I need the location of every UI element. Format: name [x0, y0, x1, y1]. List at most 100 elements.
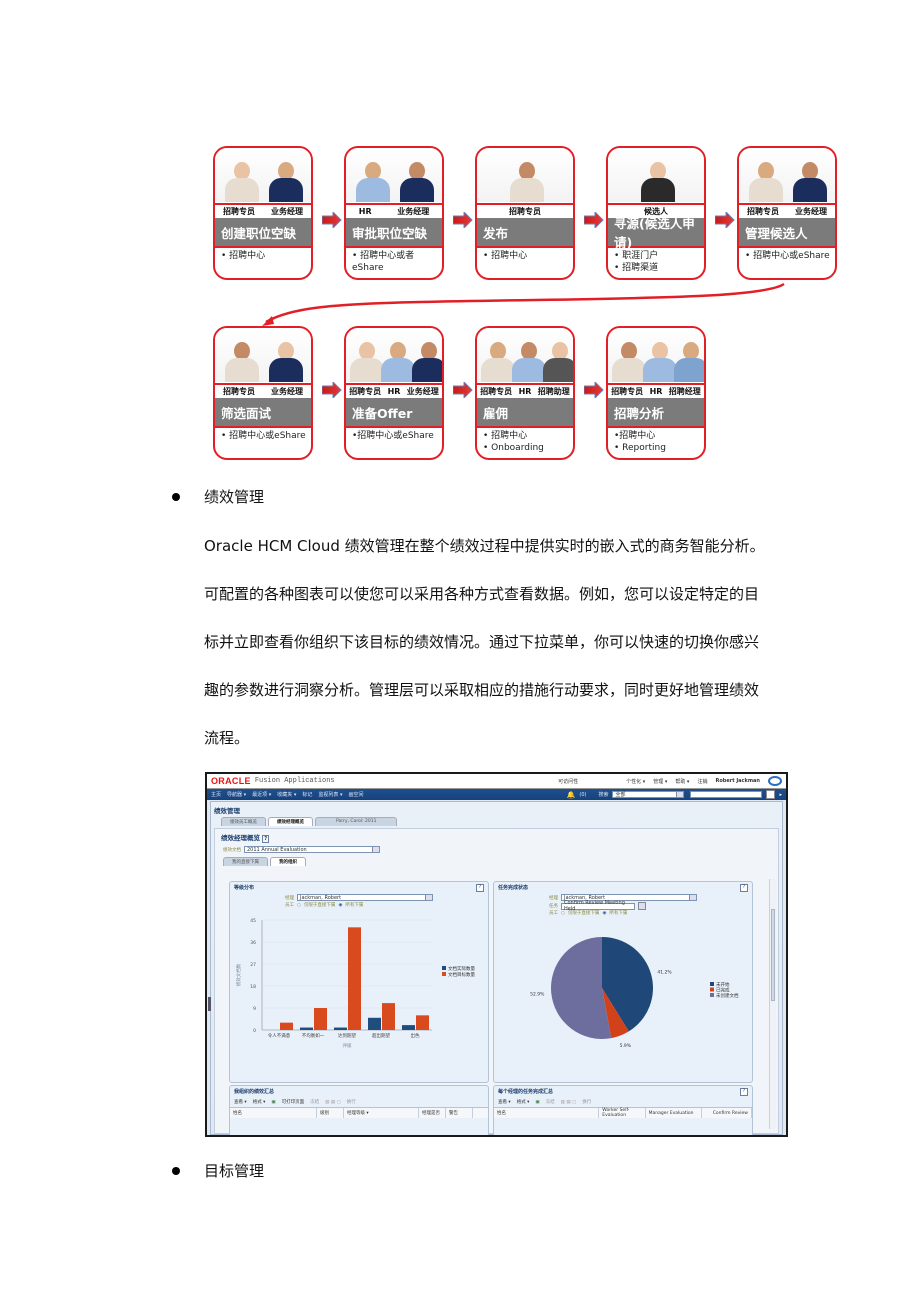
view-menu[interactable]: 查看 ▾	[498, 1099, 511, 1105]
sign-out-link[interactable]: 注销	[697, 778, 707, 785]
nav-navigator[interactable]: 导航器 ▾	[227, 791, 246, 798]
panel-title: 每个经理的任务完成汇总	[498, 1089, 554, 1095]
radio-all-reports[interactable]: ◉	[338, 903, 342, 908]
format-menu[interactable]: 格式 ▾	[253, 1099, 266, 1105]
detach-icon[interactable]: ▥ ▤ ▢	[561, 1100, 577, 1105]
nav-spaces[interactable]: 画空间	[348, 791, 363, 798]
connector-curve	[262, 282, 785, 326]
search-label: 搜索	[598, 792, 609, 798]
bar-actual	[402, 1025, 415, 1030]
process-step: 招聘专员 业务经理 筛选面试 • 招聘中心或eShare	[213, 326, 313, 460]
role-label: 业务经理	[271, 387, 303, 396]
nav-tags[interactable]: 标记	[302, 791, 312, 798]
x-tick-label: 出色	[411, 1032, 420, 1039]
tab-employee-overview[interactable]: 绩效员工概览	[221, 817, 266, 826]
wrap-button[interactable]: 换行	[347, 1099, 356, 1105]
format-menu[interactable]: 格式 ▾	[517, 1099, 530, 1105]
doc-select[interactable]: 2011 Annual Evaluation	[244, 846, 380, 853]
export-icon[interactable]: ▣	[535, 1100, 539, 1105]
product-name: Fusion Applications	[254, 777, 335, 785]
nav-home[interactable]: 主页	[211, 791, 221, 798]
y-tick-label: 18	[250, 984, 256, 990]
employee-label: 员工	[549, 911, 558, 916]
legend-swatch	[442, 966, 446, 970]
export-icon[interactable]: ▣	[271, 1100, 275, 1105]
radio-direct-only[interactable]: ○	[561, 911, 565, 916]
chevron-down-icon	[676, 792, 684, 797]
app-body: 绩效管理 绩效员工概览 绩效经理概览 Parry, Carol: 2011 绩效…	[208, 801, 783, 1135]
bar-actual	[334, 1027, 347, 1030]
section-heading-performance: 绩效管理	[204, 488, 265, 506]
collapse-pane-handle[interactable]	[208, 997, 211, 1011]
chevron-down-icon[interactable]	[638, 902, 646, 910]
tab-direct-reports[interactable]: 我的直接下属	[223, 857, 268, 866]
vertical-scrollbar[interactable]	[769, 879, 776, 1129]
step-notes: • 招聘中心或eShare	[221, 430, 308, 442]
step-title: 筛选面试	[215, 398, 311, 428]
view-menu[interactable]: 查看 ▾	[234, 1099, 247, 1105]
manager-overview-panel: 绩效经理概览 ? 绩效文档 2011 Annual Evaluation 我的直…	[214, 828, 779, 1135]
panel-title: 我组织的绩效汇总	[234, 1089, 275, 1095]
accessibility-link[interactable]: 可访问性	[558, 778, 578, 785]
table-header: 姓名 Worker Self-Evaluation Manager Evalua…	[494, 1107, 752, 1118]
advanced-search-icon[interactable]: ▸	[779, 792, 782, 798]
scrollbar-thumb[interactable]	[771, 909, 775, 1001]
person-figure	[381, 342, 415, 382]
legend-label: 文档实际数量	[448, 965, 475, 972]
printable-page-button[interactable]: 可打印页面	[282, 1099, 305, 1105]
y-tick-label: 45	[250, 918, 256, 924]
role-label: 招聘专员	[480, 387, 513, 396]
legend-swatch	[710, 993, 714, 997]
y-tick-label: 9	[253, 1006, 256, 1012]
nav-watchlist[interactable]: 监视列表 ▾	[318, 791, 342, 798]
oracle-logo: ORACLE	[211, 776, 251, 786]
help-icon[interactable]: ?	[740, 1088, 748, 1096]
manage-menu[interactable]: 管理 ▾	[653, 778, 667, 785]
tab-my-org[interactable]: 我的组织	[270, 857, 306, 866]
pie-data-label: 52.9%	[530, 992, 545, 998]
legend-swatch	[710, 987, 714, 992]
manager-select[interactable]: Jackman, Robert	[297, 894, 433, 901]
search-scope-select[interactable]: 全部	[612, 791, 685, 798]
freeze-button[interactable]: 冻结	[310, 1099, 319, 1105]
role-label: 招聘经理	[668, 387, 701, 396]
paragraph-line: 趣的参数进行洞察分析。管理层可以采取相应的措施行动要求，同时更好地管理绩效	[204, 681, 760, 699]
search-input[interactable]	[690, 791, 763, 798]
bullet-icon	[172, 1167, 180, 1175]
section-title: 绩效经理概览	[221, 834, 260, 842]
bar-target	[382, 1003, 395, 1030]
task-select[interactable]: Confirm Review Meeting Held	[561, 900, 635, 912]
help-icon[interactable]: ?	[476, 884, 484, 892]
global-nav-bar: 主页 导航器 ▾ 最近项 ▾ 收藏夹 ▾ 标记 监视列表 ▾ 画空间 🔔 (0)…	[207, 789, 786, 800]
personalize-menu[interactable]: 个性化 ▾	[626, 778, 645, 785]
rating-distribution-panel: 等级分布 ? 经理 Jackman, Robert 员工 ○ 仅限于直接下属 ◉ 所…	[229, 881, 489, 1083]
table-header: 姓名 级别 经理等级 ▾ 经理是否 警告	[230, 1107, 488, 1118]
help-icon[interactable]: ?	[262, 835, 270, 843]
search-go-button[interactable]	[766, 790, 776, 799]
help-menu[interactable]: 帮助 ▾	[675, 778, 689, 785]
nav-favorites[interactable]: 收藏夹 ▾	[277, 791, 296, 798]
person-figure	[543, 342, 573, 382]
help-icon[interactable]: ?	[740, 884, 748, 892]
page-tabs: 绩效员工概览 绩效经理概览 Parry, Carol: 2011	[211, 815, 782, 826]
radio-all-reports[interactable]: ◉	[602, 911, 606, 916]
panel-title: 任务完成状态	[498, 885, 529, 891]
radio-direct-only[interactable]: ○	[297, 903, 301, 908]
person-figure	[350, 342, 384, 382]
person-figure	[269, 342, 303, 382]
notification-count: (0)	[579, 791, 587, 798]
nav-recent[interactable]: 最近项 ▾	[252, 791, 271, 798]
step-note: •招聘中心	[614, 431, 656, 441]
legend-label: 已完成	[716, 987, 730, 994]
freeze-button[interactable]: 冻结	[546, 1099, 555, 1105]
panel-title: 等级分布	[234, 885, 255, 891]
tab-manager-overview[interactable]: 绩效经理概览	[268, 817, 313, 826]
person-figure	[643, 342, 677, 382]
oracle-ring-icon	[768, 776, 782, 786]
tab-parry-carol[interactable]: Parry, Carol: 2011	[315, 817, 398, 826]
wrap-button[interactable]: 换行	[582, 1099, 591, 1105]
paragraph-line: 标并立即查看你组织下该目标的绩效情况。通过下拉菜单，你可以快速的切换你感兴	[204, 633, 760, 651]
step-note: • Onboarding	[483, 443, 544, 453]
detach-icon[interactable]: ▥ ▤ ▢	[325, 1100, 341, 1105]
bell-icon[interactable]: 🔔	[567, 791, 576, 799]
